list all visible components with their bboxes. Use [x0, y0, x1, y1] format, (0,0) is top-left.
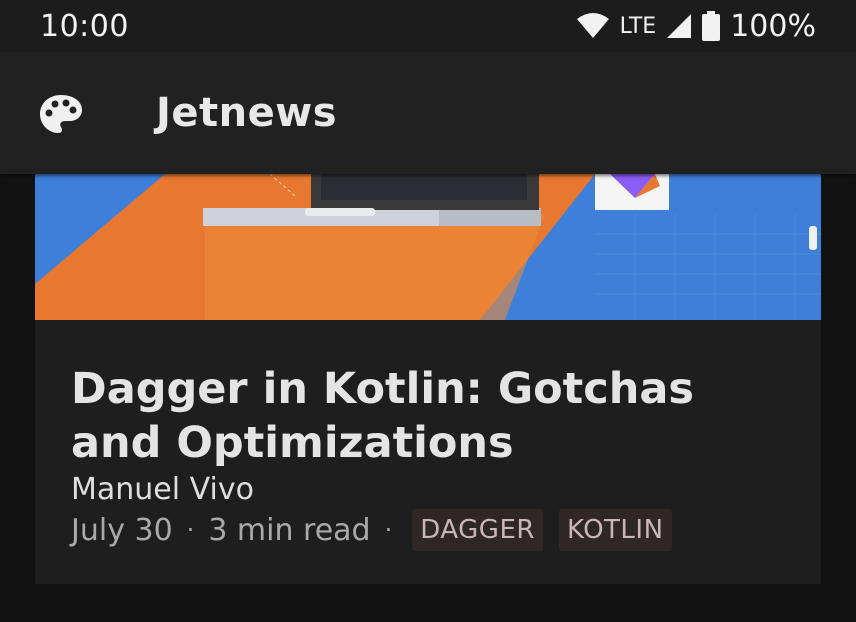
battery-icon	[702, 11, 721, 41]
status-indicators: LTE 100%	[576, 9, 816, 44]
status-time: 10:00	[40, 8, 129, 44]
palette-icon[interactable]	[38, 93, 84, 135]
post-date: July 30	[71, 512, 173, 548]
post-author: Manuel Vivo	[71, 472, 254, 507]
post-card[interactable]: Dagger in Kotlin: Gotchas and Optimizati…	[35, 174, 821, 584]
meta-separator: ·	[186, 516, 195, 544]
post-meta: July 30 · 3 min read · DAGGER KOTLIN	[71, 509, 672, 551]
app-title: Jetnews	[156, 90, 337, 136]
post-title: Dagger in Kotlin: Gotchas and Optimizati…	[71, 364, 694, 468]
tag-dagger[interactable]: DAGGER	[412, 509, 543, 551]
post-read-time: 3 min read	[208, 512, 371, 548]
post-hero-image	[35, 174, 821, 320]
meta-separator: ·	[384, 516, 393, 544]
wifi-icon	[576, 13, 609, 38]
battery-percent: 100%	[730, 8, 816, 44]
signal-icon	[667, 14, 692, 38]
status-bar: 10:00 LTE 100%	[0, 0, 856, 52]
network-type: LTE	[619, 13, 657, 39]
tag-kotlin[interactable]: KOTLIN	[558, 509, 672, 551]
top-app-bar: Jetnews	[0, 52, 856, 174]
